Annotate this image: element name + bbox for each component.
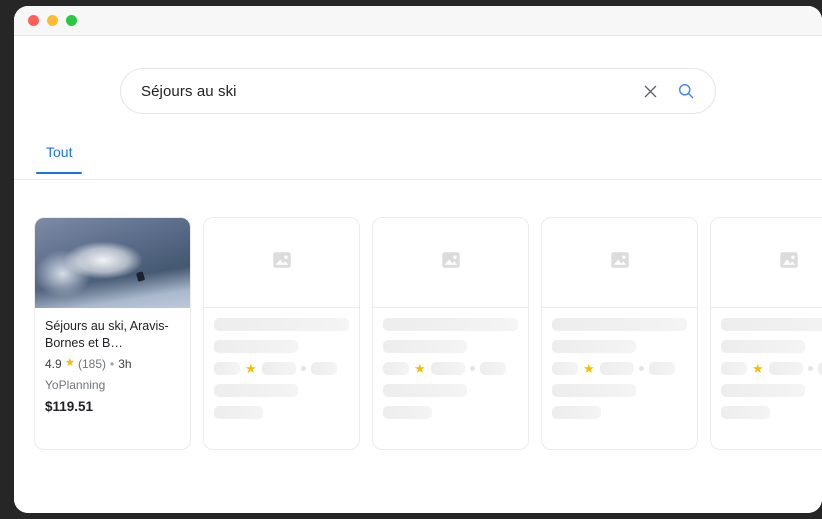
placeholder-card[interactable]: ★ [203, 217, 360, 450]
skeleton-bar [552, 384, 636, 397]
result-card-rating: 4.9 ★ (185) • 3h [45, 357, 180, 371]
skeleton-dot [469, 366, 475, 371]
rating-value: 4.9 [45, 357, 62, 371]
placeholder-card[interactable]: ★ [710, 217, 822, 450]
star-icon: ★ [245, 361, 257, 376]
skeleton-dot [807, 366, 813, 371]
skeleton-bar [383, 384, 467, 397]
window-close-button[interactable] [28, 15, 39, 26]
result-card-image [35, 218, 190, 308]
skeleton-bar [817, 362, 822, 375]
skeleton-bar [214, 318, 349, 331]
result-card-title: Séjours au ski, Aravis-Bornes et B… [45, 319, 169, 350]
star-icon: ★ [583, 361, 595, 376]
search-row: Séjours au ski [14, 36, 822, 114]
close-x-icon[interactable] [639, 80, 661, 102]
image-placeholder-icon [778, 249, 800, 276]
result-card-vendor: YoPlanning [45, 378, 106, 392]
skeleton-bar [214, 384, 298, 397]
skeleton-bar [310, 362, 337, 375]
star-icon: ★ [64, 357, 75, 370]
ski-slope-shape [35, 261, 190, 308]
skeleton-bar [721, 318, 822, 331]
skeleton-bar [214, 362, 240, 375]
placeholder-card-body: ★ [373, 308, 528, 419]
review-count: (185) [78, 357, 107, 371]
placeholder-card[interactable]: ★ [541, 217, 698, 450]
tab-tout[interactable]: Tout [36, 140, 83, 174]
result-card[interactable]: Séjours au ski, Aravis-Bornes et B… 4.9 … [34, 217, 191, 450]
result-card-price: $119.51 [45, 399, 94, 414]
placeholder-card[interactable]: ★ [372, 217, 529, 450]
star-icon: ★ [752, 361, 764, 376]
placeholder-card-body: ★ [711, 308, 822, 419]
skeleton-dot [638, 366, 644, 371]
tab-bar: Tout [14, 140, 822, 180]
skeleton-bar [552, 340, 636, 353]
skeleton-bar [768, 362, 803, 375]
search-icon[interactable] [675, 80, 697, 102]
window-titlebar [14, 6, 822, 36]
skeleton-rating-row: ★ [214, 362, 349, 375]
star-icon: ★ [414, 361, 426, 376]
skeleton-bar [383, 340, 467, 353]
skeleton-bar [261, 362, 296, 375]
skeleton-bar [214, 406, 263, 419]
duration-label: 3h [118, 357, 132, 371]
skeleton-bar [479, 362, 506, 375]
search-actions [639, 80, 697, 102]
skeleton-bar [648, 362, 675, 375]
skeleton-bar [552, 406, 601, 419]
page-content: Séjours au ski Tout Séjours au ski, Arav… [14, 36, 822, 513]
placeholder-card-image [204, 218, 359, 308]
placeholder-card-image [711, 218, 822, 308]
placeholder-card-image [542, 218, 697, 308]
skeleton-rating-row: ★ [383, 362, 518, 375]
skeleton-bar [552, 318, 687, 331]
skeleton-bar [721, 384, 805, 397]
skeleton-bar [214, 340, 298, 353]
image-placeholder-icon [271, 249, 293, 276]
rating-separator: • [110, 357, 115, 371]
placeholder-card-body: ★ [542, 308, 697, 419]
skeleton-dot [300, 366, 306, 371]
skeleton-bar [383, 362, 409, 375]
skeleton-rating-row: ★ [721, 362, 822, 375]
skeleton-bar [721, 406, 770, 419]
window-zoom-button[interactable] [66, 15, 77, 26]
skeleton-bar [552, 362, 578, 375]
placeholder-card-body: ★ [204, 308, 359, 419]
skeleton-bar [599, 362, 634, 375]
placeholder-card-image [373, 218, 528, 308]
skeleton-bar [721, 340, 805, 353]
tab-label: Tout [46, 144, 73, 160]
skeleton-bar [383, 406, 432, 419]
image-placeholder-icon [609, 249, 631, 276]
search-box[interactable]: Séjours au ski [120, 68, 716, 114]
image-placeholder-icon [440, 249, 462, 276]
skeleton-rating-row: ★ [552, 362, 687, 375]
skeleton-bar [721, 362, 747, 375]
skeleton-bar [430, 362, 465, 375]
search-input[interactable]: Séjours au ski [141, 83, 639, 100]
window-minimize-button[interactable] [47, 15, 58, 26]
result-card-body: Séjours au ski, Aravis-Bornes et B… 4.9 … [35, 308, 190, 414]
browser-window: Séjours au ski Tout Séjours au ski, Arav… [14, 6, 822, 513]
results-carousel[interactable]: Séjours au ski, Aravis-Bornes et B… 4.9 … [14, 217, 822, 457]
skeleton-bar [383, 318, 518, 331]
